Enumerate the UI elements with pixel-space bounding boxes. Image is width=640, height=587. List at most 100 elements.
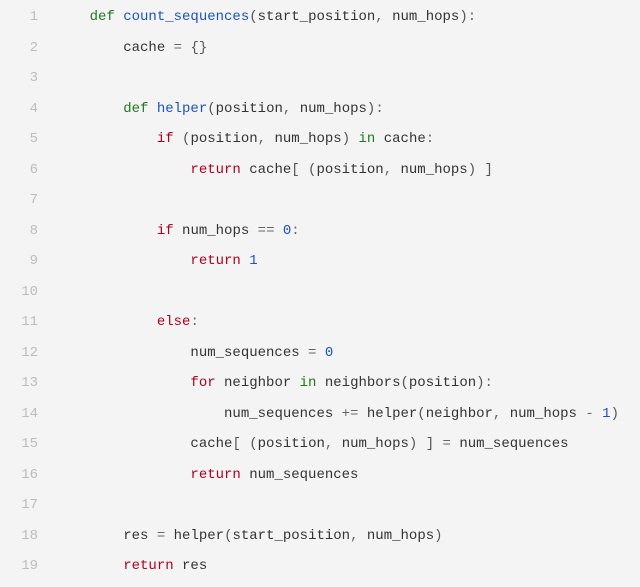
code-content: if num_hops == 0:	[56, 216, 640, 247]
token-kw2: return	[123, 558, 182, 574]
token-id: num_hops	[401, 162, 468, 178]
token-kw: def	[123, 101, 157, 117]
token-op: :	[291, 223, 299, 239]
token-op: +=	[342, 406, 367, 422]
code-content	[56, 490, 640, 521]
token-op: :	[426, 131, 434, 147]
code-content: return num_sequences	[56, 460, 640, 491]
line-number: 12	[0, 338, 56, 369]
token-br: (	[417, 406, 425, 422]
code-content: return 1	[56, 246, 640, 277]
token-br: ) ]	[468, 162, 493, 178]
token-num: 1	[249, 253, 257, 269]
token-def: count_sequences	[123, 9, 249, 25]
line-number: 4	[0, 94, 56, 125]
line-number: 2	[0, 33, 56, 64]
token-id: position	[409, 375, 476, 391]
token-id: cache	[123, 40, 173, 56]
line-number: 3	[0, 63, 56, 94]
code-line: 13 for neighbor in neighbors(position):	[0, 368, 640, 399]
token-br: [ (	[232, 436, 257, 452]
line-number: 8	[0, 216, 56, 247]
line-number: 10	[0, 277, 56, 308]
code-line: 5 if (position, num_hops) in cache:	[0, 124, 640, 155]
code-line: 1 def count_sequences(start_position, nu…	[0, 2, 640, 33]
code-content: else:	[56, 307, 640, 338]
token-br: )	[342, 131, 359, 147]
token-br: {}	[190, 40, 207, 56]
code-line: 14 num_sequences += helper(neighbor, num…	[0, 399, 640, 430]
token-id: num_sequences	[459, 436, 568, 452]
token-op: ,	[384, 162, 401, 178]
line-number: 14	[0, 399, 56, 430]
token-br: (	[249, 9, 257, 25]
token-op: =	[174, 40, 191, 56]
token-def: helper	[157, 101, 207, 117]
code-content: return res	[56, 551, 640, 582]
token-id: num_hops	[510, 406, 586, 422]
line-number: 15	[0, 429, 56, 460]
line-number: 9	[0, 246, 56, 277]
code-line: 6 return cache[ (position, num_hops) ]	[0, 155, 640, 186]
token-kw: in	[359, 131, 384, 147]
code-content	[56, 277, 640, 308]
token-id: num_sequences	[190, 345, 308, 361]
line-number: 1	[0, 2, 56, 33]
token-id: cache	[384, 131, 426, 147]
token-id: num_hops	[274, 131, 341, 147]
line-number: 7	[0, 185, 56, 216]
line-number: 13	[0, 368, 56, 399]
token-op: ==	[258, 223, 283, 239]
line-number: 6	[0, 155, 56, 186]
token-id: res	[123, 528, 157, 544]
line-number: 17	[0, 490, 56, 521]
token-id: neighbor	[224, 375, 300, 391]
token-op: ,	[493, 406, 510, 422]
code-line: 2 cache = {}	[0, 33, 640, 64]
token-op: =	[308, 345, 325, 361]
token-id: position	[316, 162, 383, 178]
code-line: 3	[0, 63, 640, 94]
token-id: num_hops	[300, 101, 367, 117]
code-line: 9 return 1	[0, 246, 640, 277]
token-id: helper	[174, 528, 224, 544]
token-op: :	[190, 314, 198, 330]
code-line: 10	[0, 277, 640, 308]
token-id: cache	[249, 162, 291, 178]
code-content: def count_sequences(start_position, num_…	[56, 2, 640, 33]
token-kw2: for	[190, 375, 224, 391]
token-br: (	[401, 375, 409, 391]
token-op: :	[485, 375, 493, 391]
token-id: res	[182, 558, 207, 574]
code-line: 15 cache[ (position, num_hops) ] = num_s…	[0, 429, 640, 460]
code-line: 19 return res	[0, 551, 640, 582]
code-line: 7	[0, 185, 640, 216]
code-line: 4 def helper(position, num_hops):	[0, 94, 640, 125]
token-kw: in	[300, 375, 325, 391]
line-number: 5	[0, 124, 56, 155]
token-kw2: return	[190, 162, 249, 178]
line-number: 19	[0, 551, 56, 582]
token-op: ,	[375, 9, 392, 25]
token-br: )	[611, 406, 619, 422]
token-kw2: else	[157, 314, 191, 330]
token-id: cache	[190, 436, 232, 452]
code-content: cache = {}	[56, 33, 640, 64]
token-br: )	[459, 9, 467, 25]
code-content: if (position, num_hops) in cache:	[56, 124, 640, 155]
token-op: -	[585, 406, 602, 422]
token-br: ) ]	[409, 436, 443, 452]
code-line: 18 res = helper(start_position, num_hops…	[0, 521, 640, 552]
token-op: ,	[258, 131, 275, 147]
token-id: position	[216, 101, 283, 117]
token-op: ,	[283, 101, 300, 117]
token-id: position	[190, 131, 257, 147]
line-number: 11	[0, 307, 56, 338]
line-number: 16	[0, 460, 56, 491]
token-kw2: return	[190, 467, 249, 483]
token-id: helper	[367, 406, 417, 422]
token-kw2: if	[157, 131, 182, 147]
code-content: cache[ (position, num_hops) ] = num_sequ…	[56, 429, 640, 460]
token-br: )	[476, 375, 484, 391]
token-br: [ (	[291, 162, 316, 178]
